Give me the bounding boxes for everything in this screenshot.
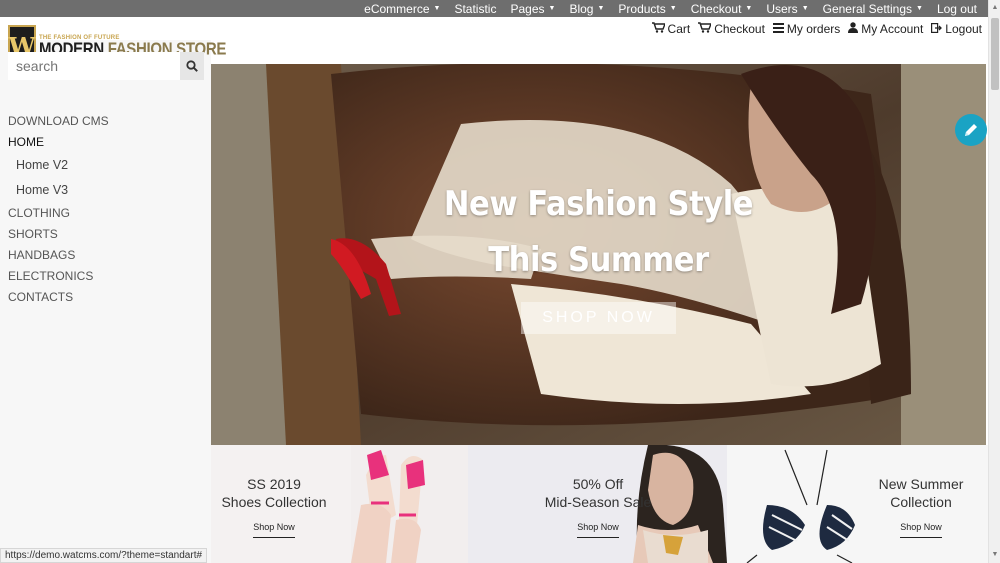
caret-down-icon: ▼ xyxy=(548,5,556,12)
scroll-up-icon[interactable]: ▲ xyxy=(989,2,1000,14)
promo-shoes-link[interactable]: Shop Now xyxy=(253,518,295,538)
promo-summer-line2: Collection xyxy=(890,494,952,510)
adminbar-logout[interactable]: Log out xyxy=(930,2,984,16)
scroll-down-icon[interactable]: ▼ xyxy=(989,549,1000,561)
promo-shoes-line1: SS 2019 xyxy=(247,476,301,492)
menu-item-handbags[interactable]: HANDBAGS xyxy=(8,245,208,266)
caret-down-icon: ▼ xyxy=(801,5,809,12)
adminbar-ecommerce[interactable]: eCommerce ▼ xyxy=(357,2,447,16)
hero-banner: New Fashion Style This Summer SHOP NOW xyxy=(211,64,986,445)
scrollbar-thumb[interactable] xyxy=(991,18,999,90)
search-icon xyxy=(186,60,198,72)
adminbar-blog-label: Blog xyxy=(569,1,594,16)
my-account-label: My Account xyxy=(861,22,924,36)
cart-icon xyxy=(651,22,666,36)
menu-item-clothing[interactable]: CLOTHING xyxy=(8,203,208,224)
cart-link[interactable]: Cart xyxy=(651,22,691,36)
promo-sale-text: 50% Off Mid-Season Sale Shop Now xyxy=(540,475,656,538)
adminbar-checkout-label: Checkout xyxy=(690,1,742,16)
logout-icon xyxy=(931,22,943,36)
cart-label: Cart xyxy=(667,22,691,36)
edit-page-button[interactable] xyxy=(955,114,987,146)
user-icon xyxy=(848,22,859,36)
admin-bar: eCommerce ▼ Statistic Pages ▼ Blog ▼ Produc… xyxy=(0,0,988,17)
promo-card-shoes[interactable]: SS 2019 Shoes Collection Shop Now xyxy=(211,445,468,563)
hero-title-line1: New Fashion Style xyxy=(443,184,754,224)
logout-link[interactable]: Logout xyxy=(931,22,982,36)
my-orders-link[interactable]: My orders xyxy=(772,22,841,36)
caret-down-icon: ▼ xyxy=(916,5,923,12)
menu-item-electronics[interactable]: ELECTRONICS xyxy=(8,266,208,287)
adminbar-products[interactable]: Products ▼ xyxy=(611,2,683,16)
my-account-link[interactable]: My Account xyxy=(848,22,923,36)
caret-down-icon: ▼ xyxy=(669,5,677,12)
logout-label: Logout xyxy=(945,22,982,36)
promo-shoes-text: SS 2019 Shoes Collection Shop Now xyxy=(219,475,329,538)
caret-down-icon: ▼ xyxy=(745,5,753,12)
promo-summer-text: New Summer Collection Shop Now xyxy=(867,475,975,538)
shop-now-button[interactable]: SHOP NOW xyxy=(521,302,676,334)
caret-down-icon: ▼ xyxy=(597,5,605,12)
promo-card-summer[interactable]: New Summer Collection Shop Now xyxy=(727,445,988,563)
search-input[interactable] xyxy=(8,52,180,80)
adminbar-general-settings-label: General Settings xyxy=(822,1,913,16)
adminbar-logout-label: Log out xyxy=(936,1,977,16)
cart-icon xyxy=(698,22,713,36)
adminbar-pages-label: Pages xyxy=(510,1,545,16)
adminbar-general-settings[interactable]: General Settings ▼ xyxy=(816,2,930,16)
search-button[interactable] xyxy=(180,52,204,80)
vertical-scrollbar[interactable]: ▲ ▼ xyxy=(988,0,1000,563)
adminbar-ecommerce-label: eCommerce xyxy=(364,1,430,16)
menu-item-home-v2[interactable]: Home V2 xyxy=(8,153,208,178)
list-icon xyxy=(772,22,784,36)
promo-shoes-line2: Shoes Collection xyxy=(221,494,327,510)
menu-item-download-cms[interactable]: DOWNLOAD CMS xyxy=(8,111,208,132)
promo-sale-line1: 50% Off xyxy=(572,476,624,492)
category-menu: DOWNLOAD CMS HOME Home V2 Home V3 CLOTHI… xyxy=(8,111,208,308)
adminbar-blog[interactable]: Blog ▼ xyxy=(562,2,611,16)
menu-item-contacts[interactable]: CONTACTS xyxy=(8,287,208,308)
adminbar-products-label: Products xyxy=(618,1,666,16)
menu-item-home[interactable]: HOME xyxy=(8,132,208,153)
my-orders-label: My orders xyxy=(786,22,841,36)
promo-sale-line2: Mid-Season Sale xyxy=(544,494,652,510)
adminbar-checkout[interactable]: Checkout ▼ xyxy=(684,2,760,16)
page: eCommerce ▼ Statistic Pages ▼ Blog ▼ Produc… xyxy=(0,0,1000,563)
menu-item-shorts[interactable]: SHORTS xyxy=(8,224,208,245)
promo-summer-line1: New Summer xyxy=(878,476,964,492)
search-box xyxy=(8,52,204,80)
menu-item-home-v3[interactable]: Home V3 xyxy=(8,178,208,203)
adminbar-statistic-label: Statistic xyxy=(454,1,497,16)
user-nav: Cart Checkout My orders My Account Logou… xyxy=(644,22,982,36)
pencil-icon xyxy=(965,124,977,136)
promo-sale-link[interactable]: Shop Now xyxy=(577,518,619,538)
adminbar-users[interactable]: Users ▼ xyxy=(759,2,815,16)
checkout-label: Checkout xyxy=(714,22,765,36)
hero-title-line2: This Summer xyxy=(488,240,709,280)
checkout-link[interactable]: Checkout xyxy=(698,22,765,36)
adminbar-statistic[interactable]: Statistic xyxy=(447,2,503,16)
adminbar-pages[interactable]: Pages ▼ xyxy=(503,2,562,16)
promo-card-sale[interactable]: 50% Off Mid-Season Sale Shop Now xyxy=(468,445,727,563)
caret-down-icon: ▼ xyxy=(433,5,441,12)
adminbar-users-label: Users xyxy=(766,1,798,16)
promo-summer-link[interactable]: Shop Now xyxy=(900,518,942,538)
status-bar-url: https://demo.watcms.com/?theme=standart# xyxy=(0,548,208,563)
